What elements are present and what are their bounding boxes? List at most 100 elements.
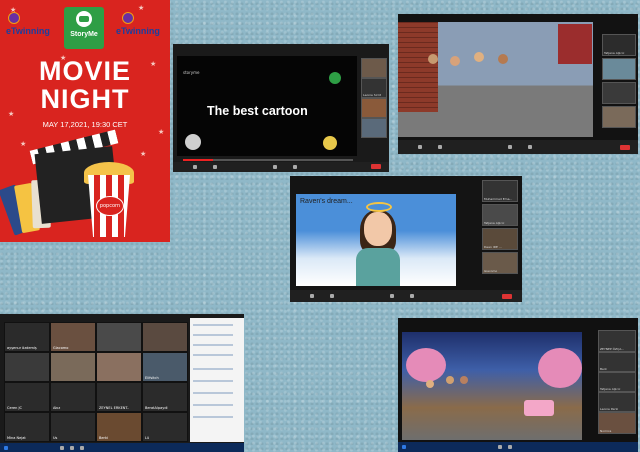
participant-thumb	[361, 118, 387, 138]
zoom-window-street-scene: Tatjana Aljicic	[398, 14, 638, 154]
mic-icon[interactable]	[193, 165, 197, 169]
cherry-tree-icon	[538, 348, 582, 388]
windows-taskbar	[0, 443, 244, 452]
share-screen-icon[interactable]	[508, 145, 512, 149]
character-icon	[460, 376, 468, 384]
start-icon[interactable]	[4, 446, 8, 450]
camera-icon[interactable]	[438, 145, 442, 149]
door-icon	[558, 24, 592, 64]
character-icon	[426, 380, 434, 388]
taskbar-app-icon[interactable]	[70, 446, 74, 450]
etwinning-logo-icon	[8, 12, 20, 24]
participant-thumb: Tatjana Aljicic	[598, 372, 636, 392]
taskbar-app-icon[interactable]	[60, 446, 64, 450]
participant-thumb	[602, 58, 636, 80]
ice-cream-van-icon	[524, 400, 554, 416]
halo-icon	[366, 202, 392, 212]
participant-tile: Elifsitch	[142, 352, 188, 382]
poster-date: MAY 17,2021, 19:30 CET	[42, 120, 128, 129]
participant-tile	[96, 322, 142, 352]
cherry-tree-icon	[406, 348, 446, 382]
meeting-toolbar	[173, 162, 389, 172]
participant-thumb	[361, 98, 387, 118]
end-meeting-button[interactable]	[620, 145, 630, 150]
character-face-icon	[364, 212, 392, 246]
etwinning-logo-right: eTwinning	[116, 26, 160, 36]
participant-thumb: Nomica	[598, 412, 636, 434]
character-icon	[450, 56, 460, 66]
participant-tile: ayşenur özdemiş	[4, 322, 50, 352]
zoom-window-cartoon: storyme The best cartoon Leonie Sirrit	[173, 44, 389, 172]
zoom-window-park-scene: ZEYNEP ÖZÇA... Berk Tatjana Aljicic Leon…	[398, 318, 638, 452]
participant-thumb: Leonie Sirrit	[361, 78, 387, 98]
participant-tile: Us	[50, 412, 96, 442]
popcorn-label: popcorn	[96, 196, 124, 216]
chat-icon[interactable]	[528, 145, 532, 149]
chat-icon[interactable]	[410, 294, 414, 298]
poster-title-line2: NIGHT	[40, 84, 130, 114]
participant-tile: Ceren JC	[4, 382, 50, 412]
character-icon	[446, 376, 454, 384]
chat-icon[interactable]	[293, 165, 297, 169]
storyme-label: StoryMe	[70, 31, 98, 38]
movie-night-poster: ★ ★ ★ ★ ★ ★ ★ ★ eTwinning eTwinning Stor…	[0, 0, 170, 242]
participant-tile: Giacomo	[50, 322, 96, 352]
participant-tile: Mina Nejat	[4, 412, 50, 442]
video-caption: The best cartoon	[207, 104, 308, 118]
end-meeting-button[interactable]	[502, 294, 512, 299]
camera-icon[interactable]	[330, 294, 334, 298]
storyme-icon	[76, 11, 92, 27]
participant-tile: Berki	[96, 412, 142, 442]
character-body-icon	[356, 248, 400, 286]
scene-caption: Raven's dream...	[300, 198, 353, 205]
participant-tile: ZEYNEL ERKENT..	[96, 382, 142, 412]
participant-tile	[4, 352, 50, 382]
chat-panel[interactable]	[190, 318, 244, 442]
windows-taskbar	[398, 442, 638, 452]
mic-icon[interactable]	[418, 145, 422, 149]
taskbar-app-icon[interactable]	[498, 445, 502, 449]
meeting-toolbar	[398, 140, 638, 154]
shared-video[interactable]: storyme The best cartoon	[177, 56, 357, 161]
participant-thumb	[602, 106, 636, 128]
share-screen-icon[interactable]	[273, 165, 277, 169]
taskbar-app-icon[interactable]	[80, 446, 84, 450]
character-icon	[428, 54, 438, 64]
camera-icon[interactable]	[213, 165, 217, 169]
participant-thumb: Tatjana Aljicic	[602, 34, 636, 56]
start-icon[interactable]	[402, 445, 406, 449]
participant-thumb: Leonie Perki	[598, 392, 636, 412]
participant-thumb: Berk	[598, 352, 636, 372]
brick-wall-icon	[398, 22, 438, 112]
participant-thumb: ZEYNEP ÖZÇA...	[598, 330, 636, 352]
participant-tile	[96, 352, 142, 382]
mic-icon[interactable]	[310, 294, 314, 298]
share-screen-icon[interactable]	[390, 294, 394, 298]
storyme-logo: StoryMe	[64, 7, 104, 49]
cartoon-character-icon	[185, 134, 201, 150]
participant-tile: Lü	[142, 412, 188, 442]
participant-thumb: Tatjana Aljicic	[482, 204, 518, 226]
etwinning-logo-left: eTwinning	[6, 26, 50, 36]
participant-thumb	[361, 58, 387, 78]
etwinning-logo-icon	[122, 12, 134, 24]
video-progress-bar[interactable]	[183, 159, 353, 161]
storyme-watermark-icon	[329, 72, 341, 84]
character-icon	[474, 52, 484, 62]
participant-tile: BeratAlpaydi	[142, 382, 188, 412]
character-icon	[498, 54, 508, 64]
participant-tile	[50, 352, 96, 382]
participant-thumb: Muhammed Ema...	[482, 180, 518, 202]
zoom-window-ravens-dream: Raven's dream... Muhammed Ema... Tatjana…	[290, 176, 522, 302]
participant-thumb	[602, 82, 636, 104]
participant-tile	[142, 322, 188, 352]
meeting-toolbar	[290, 290, 522, 302]
participant-thumb: Dean IDE ...	[482, 228, 518, 250]
cartoon-character-icon	[323, 136, 337, 150]
zoom-window-gallery-view: ayşenur özdemiş Giacomo Elifsitch Ceren …	[0, 314, 244, 452]
poster-title-line1: MOVIE	[38, 56, 131, 86]
participant-thumb: Giacomo	[482, 252, 518, 274]
channel-name: storyme	[183, 70, 200, 75]
end-meeting-button[interactable]	[371, 164, 381, 169]
taskbar-app-icon[interactable]	[508, 445, 512, 449]
